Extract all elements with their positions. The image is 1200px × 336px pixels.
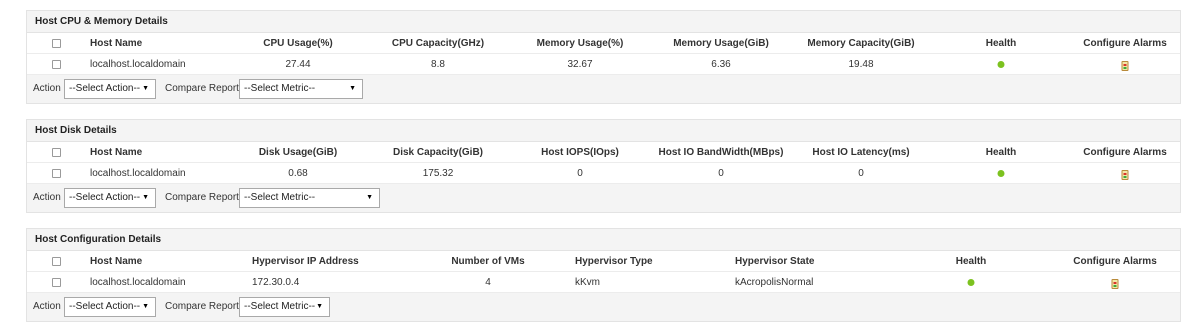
compare-reports-label: Compare Reports — [165, 83, 244, 94]
health-ok-icon — [967, 279, 975, 286]
metric-select-value: --Select Metric-- — [244, 192, 316, 203]
metric-select-value: --Select Metric-- — [244, 83, 316, 94]
traffic-light-alarm-icon[interactable] — [1121, 170, 1129, 180]
panel-title: Host Configuration Details — [27, 229, 1180, 251]
host-name-cell: localhost.localdomain — [90, 168, 186, 179]
disk-usage-cell: 0.68 — [288, 168, 308, 179]
col-health: Health — [985, 147, 1017, 158]
col-health: Health — [955, 256, 987, 267]
memory-usage-gib-cell: 6.36 — [711, 59, 731, 70]
disk-capacity-cell: 175.32 — [422, 168, 454, 179]
compare-reports-label: Compare Reports — [165, 301, 244, 312]
hypervisor-state-cell: kAcropolisNormal — [735, 277, 814, 288]
col-configure-alarms: Configure Alarms — [1083, 147, 1167, 158]
memory-usage-pct-cell: 32.67 — [567, 59, 593, 70]
hypervisor-ip-cell: 172.30.0.4 — [252, 277, 300, 288]
chevron-down-icon: ▼ — [142, 194, 149, 201]
select-all-checkbox[interactable] — [52, 148, 61, 157]
col-host-name[interactable]: Host Name — [90, 142, 142, 163]
config-panel: Host Configuration Details Host Name Hyp… — [26, 228, 1181, 322]
action-label: Action — [33, 301, 61, 312]
chevron-down-icon: ▼ — [142, 303, 149, 310]
col-memory-usage-gib[interactable]: Memory Usage(GiB) — [673, 33, 769, 54]
table-header-row: Host Name Hypervisor IP Address Number o… — [27, 251, 1180, 272]
action-bar: Action --Select Action-- ▼ Compare Repor… — [27, 75, 1180, 103]
traffic-light-alarm-icon[interactable] — [1121, 61, 1129, 71]
traffic-light-alarm-icon[interactable] — [1111, 279, 1119, 289]
col-host-iops[interactable]: Host IOPS(IOps) — [541, 142, 619, 163]
panel-title: Host Disk Details — [27, 120, 1180, 142]
health-ok-icon — [997, 61, 1005, 68]
host-io-latency-cell: 0 — [858, 168, 864, 179]
col-host-name[interactable]: Host Name — [90, 33, 142, 54]
action-select-value: --Select Action-- — [69, 301, 141, 312]
col-hypervisor-ip[interactable]: Hypervisor IP Address — [252, 251, 359, 272]
col-disk-usage[interactable]: Disk Usage(GiB) — [259, 142, 337, 163]
host-name-cell: localhost.localdomain — [90, 59, 186, 70]
action-bar: Action --Select Action-- ▼ Compare Repor… — [27, 184, 1180, 212]
table-row: localhost.localdomain 27.44 8.8 32.67 6.… — [27, 54, 1180, 75]
action-bar: Action --Select Action-- ▼ Compare Repor… — [27, 293, 1180, 321]
col-hypervisor-state[interactable]: Hypervisor State — [735, 251, 814, 272]
cpu-usage-cell: 27.44 — [285, 59, 311, 70]
row-checkbox[interactable] — [52, 169, 61, 178]
action-label: Action — [33, 83, 61, 94]
table-header-row: Host Name CPU Usage(%) CPU Capacity(GHz)… — [27, 33, 1180, 54]
metric-select[interactable]: --Select Metric-- ▼ — [239, 79, 363, 99]
chevron-down-icon: ▼ — [366, 194, 373, 201]
action-select[interactable]: --Select Action-- ▼ — [64, 188, 156, 208]
col-host-io-latency[interactable]: Host IO Latency(ms) — [812, 142, 909, 163]
action-label: Action — [33, 192, 61, 203]
host-name-cell: localhost.localdomain — [90, 277, 186, 288]
metric-select-value: --Select Metric-- — [244, 301, 316, 312]
hypervisor-type-cell: kKvm — [575, 277, 600, 288]
col-disk-capacity[interactable]: Disk Capacity(GiB) — [393, 142, 483, 163]
number-of-vms-cell: 4 — [485, 277, 491, 288]
table-row: localhost.localdomain 172.30.0.4 4 kKvm … — [27, 272, 1180, 293]
chevron-down-icon: ▼ — [349, 85, 356, 92]
action-select[interactable]: --Select Action-- ▼ — [64, 79, 156, 99]
panel-title: Host CPU & Memory Details — [27, 11, 1180, 33]
health-ok-icon — [997, 170, 1005, 177]
table-header-row: Host Name Disk Usage(GiB) Disk Capacity(… — [27, 142, 1180, 163]
row-checkbox[interactable] — [52, 278, 61, 287]
col-number-of-vms[interactable]: Number of VMs — [451, 251, 524, 272]
host-io-bandwidth-cell: 0 — [718, 168, 724, 179]
col-health: Health — [985, 38, 1017, 49]
select-all-checkbox[interactable] — [52, 257, 61, 266]
action-select-value: --Select Action-- — [69, 83, 141, 94]
metric-select[interactable]: --Select Metric-- ▼ — [239, 188, 380, 208]
col-memory-usage-pct[interactable]: Memory Usage(%) — [537, 33, 624, 54]
action-select-value: --Select Action-- — [69, 192, 141, 203]
cpu-memory-panel: Host CPU & Memory Details Host Name CPU … — [26, 10, 1181, 104]
metric-select[interactable]: --Select Metric-- ▼ — [239, 297, 330, 317]
col-hypervisor-type[interactable]: Hypervisor Type — [575, 251, 653, 272]
row-checkbox[interactable] — [52, 60, 61, 69]
col-memory-capacity[interactable]: Memory Capacity(GiB) — [807, 33, 914, 54]
table-row: localhost.localdomain 0.68 175.32 0 0 0 — [27, 163, 1180, 184]
chevron-down-icon: ▼ — [316, 303, 323, 310]
col-host-name[interactable]: Host Name — [90, 251, 142, 272]
host-iops-cell: 0 — [577, 168, 583, 179]
col-configure-alarms: Configure Alarms — [1073, 256, 1157, 267]
col-cpu-usage[interactable]: CPU Usage(%) — [263, 33, 332, 54]
action-select[interactable]: --Select Action-- ▼ — [64, 297, 156, 317]
col-configure-alarms: Configure Alarms — [1083, 38, 1167, 49]
select-all-checkbox[interactable] — [52, 39, 61, 48]
memory-capacity-cell: 19.48 — [848, 59, 874, 70]
cpu-capacity-cell: 8.8 — [431, 59, 445, 70]
col-host-io-bandwidth[interactable]: Host IO BandWidth(MBps) — [659, 142, 784, 163]
chevron-down-icon: ▼ — [142, 85, 149, 92]
disk-panel: Host Disk Details Host Name Disk Usage(G… — [26, 119, 1181, 213]
col-cpu-capacity[interactable]: CPU Capacity(GHz) — [392, 33, 484, 54]
compare-reports-label: Compare Reports — [165, 192, 244, 203]
